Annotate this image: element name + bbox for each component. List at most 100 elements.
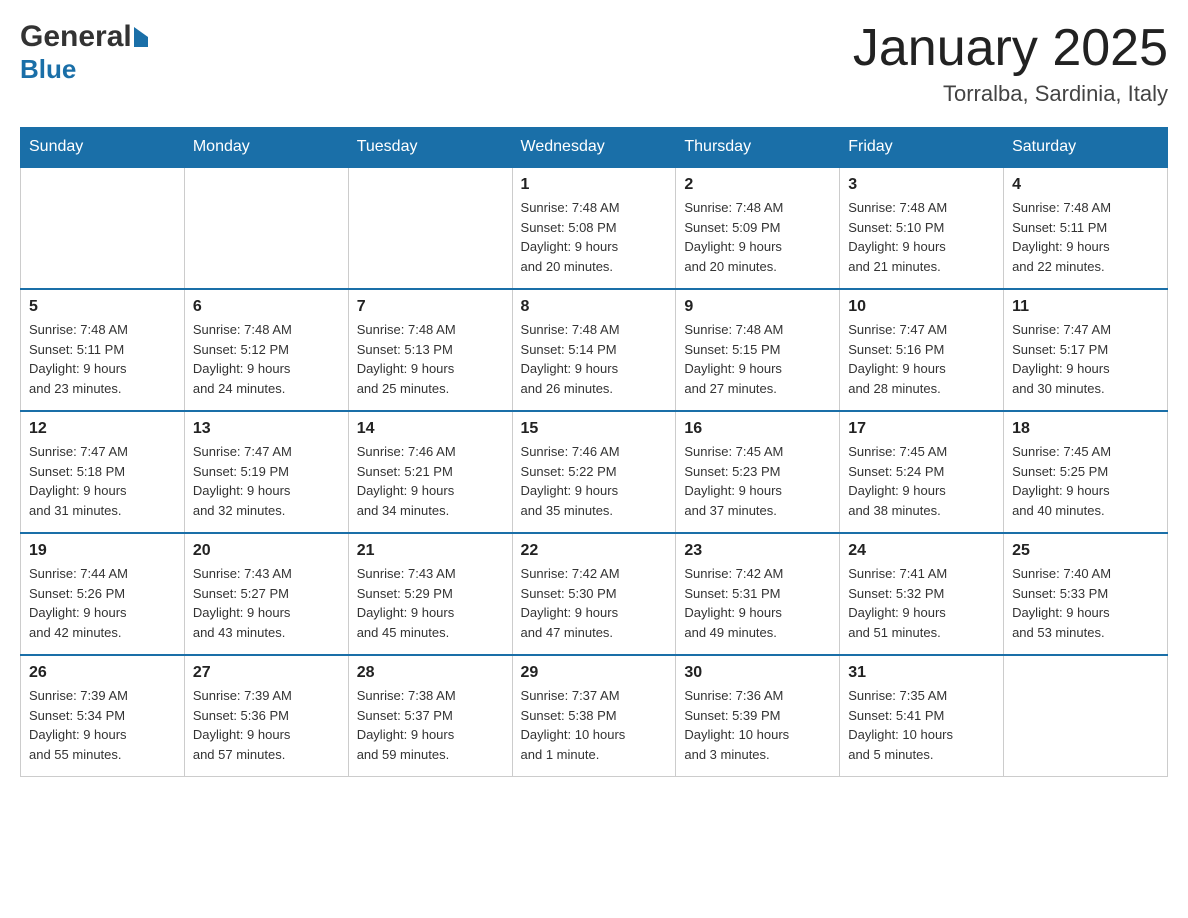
calendar-cell-w2d6: 18 Sunrise: 7:45 AM Sunset: 5:25 PM Dayli…: [1004, 411, 1168, 533]
calendar-week-row-2: 12 Sunrise: 7:47 AM Sunset: 5:18 PM Dayli…: [21, 411, 1168, 533]
logo-general-text: General: [20, 20, 132, 54]
calendar-cell-w1d2: 7 Sunrise: 7:48 AM Sunset: 5:13 PM Daylig…: [348, 289, 512, 411]
day-info: Sunrise: 7:42 AM Sunset: 5:31 PM Dayligh…: [684, 564, 831, 642]
title-section: January 2025 Torralba, Sardinia, Italy: [853, 20, 1168, 107]
day-info: Sunrise: 7:35 AM Sunset: 5:41 PM Dayligh…: [848, 686, 995, 764]
day-number: 28: [357, 664, 504, 682]
day-info: Sunrise: 7:48 AM Sunset: 5:11 PM Dayligh…: [29, 320, 176, 398]
day-number: 10: [848, 298, 995, 316]
calendar-cell-w4d1: 27Sunrise: 7:39 AM Sunset: 5:36 PM Dayli…: [184, 655, 348, 777]
day-info: Sunrise: 7:46 AM Sunset: 5:22 PM Dayligh…: [521, 442, 668, 520]
calendar-cell-w1d6: 11 Sunrise: 7:47 AM Sunset: 5:17 PM Dayli…: [1004, 289, 1168, 411]
calendar-cell-w2d4: 16 Sunrise: 7:45 AM Sunset: 5:23 PM Dayli…: [676, 411, 840, 533]
day-number: 4: [1012, 176, 1159, 194]
calendar-cell-w3d1: 20 Sunrise: 7:43 AM Sunset: 5:27 PM Dayli…: [184, 533, 348, 655]
day-number: 7: [357, 298, 504, 316]
calendar-week-row-1: 5 Sunrise: 7:48 AM Sunset: 5:11 PM Daylig…: [21, 289, 1168, 411]
day-info: Sunrise: 7:47 AM Sunset: 5:16 PM Dayligh…: [848, 320, 995, 398]
day-info: Sunrise: 7:45 AM Sunset: 5:23 PM Dayligh…: [684, 442, 831, 520]
day-info: Sunrise: 7:41 AM Sunset: 5:32 PM Dayligh…: [848, 564, 995, 642]
day-number: 11: [1012, 298, 1159, 316]
calendar-cell-w3d3: 22 Sunrise: 7:42 AM Sunset: 5:30 PM Dayli…: [512, 533, 676, 655]
day-number: 9: [684, 298, 831, 316]
day-info: Sunrise: 7:46 AM Sunset: 5:21 PM Dayligh…: [357, 442, 504, 520]
day-info: Sunrise: 7:48 AM Sunset: 5:13 PM Dayligh…: [357, 320, 504, 398]
day-number: 14: [357, 420, 504, 438]
col-saturday: Saturday: [1004, 128, 1168, 168]
day-number: 22: [521, 542, 668, 560]
day-number: 16: [684, 420, 831, 438]
day-info: Sunrise: 7:48 AM Sunset: 5:11 PM Dayligh…: [1012, 198, 1159, 276]
calendar-cell-w2d3: 15 Sunrise: 7:46 AM Sunset: 5:22 PM Dayli…: [512, 411, 676, 533]
calendar-cell-w1d0: 5 Sunrise: 7:48 AM Sunset: 5:11 PM Daylig…: [21, 289, 185, 411]
calendar-cell-w4d5: 31 Sunrise: 7:35 AM Sunset: 5:41 PM Dayli…: [840, 655, 1004, 777]
day-number: 29: [521, 664, 668, 682]
calendar-header-row: Sunday Monday Tuesday Wednesday Thursday…: [21, 128, 1168, 168]
col-tuesday: Tuesday: [348, 128, 512, 168]
calendar-cell-w2d1: 13 Sunrise: 7:47 AM Sunset: 5:19 PM Dayli…: [184, 411, 348, 533]
day-info: Sunrise: 7:42 AM Sunset: 5:30 PM Dayligh…: [521, 564, 668, 642]
month-title: January 2025: [853, 20, 1168, 77]
logo-triangle-icon: [134, 27, 148, 47]
day-info: Sunrise: 7:48 AM Sunset: 5:08 PM Dayligh…: [521, 198, 668, 276]
day-info: Sunrise: 7:36 AM Sunset: 5:39 PM Dayligh…: [684, 686, 831, 764]
day-number: 31: [848, 664, 995, 682]
day-info: Sunrise: 7:47 AM Sunset: 5:19 PM Dayligh…: [193, 442, 340, 520]
col-monday: Monday: [184, 128, 348, 168]
day-info: Sunrise: 7:48 AM Sunset: 5:14 PM Dayligh…: [521, 320, 668, 398]
calendar-cell-w0d2: [348, 167, 512, 289]
logo: General Blue: [20, 20, 148, 85]
day-info: Sunrise: 7:37 AM Sunset: 5:38 PM Dayligh…: [521, 686, 668, 764]
calendar-cell-w4d2: 28 Sunrise: 7:38 AM Sunset: 5:37 PM Dayli…: [348, 655, 512, 777]
calendar-cell-w3d6: 25 Sunrise: 7:40 AM Sunset: 5:33 PM Dayli…: [1004, 533, 1168, 655]
day-number: 13: [193, 420, 340, 438]
day-info: Sunrise: 7:47 AM Sunset: 5:17 PM Dayligh…: [1012, 320, 1159, 398]
day-number: 30: [684, 664, 831, 682]
day-number: 19: [29, 542, 176, 560]
location-text: Torralba, Sardinia, Italy: [853, 81, 1168, 107]
day-number: 2: [684, 176, 831, 194]
calendar-week-row-0: 1 Sunrise: 7:48 AM Sunset: 5:08 PM Daylig…: [21, 167, 1168, 289]
day-number: 25: [1012, 542, 1159, 560]
day-number: 15: [521, 420, 668, 438]
calendar-cell-w4d0: 26Sunrise: 7:39 AM Sunset: 5:34 PM Dayli…: [21, 655, 185, 777]
day-info: Sunrise: 7:40 AM Sunset: 5:33 PM Dayligh…: [1012, 564, 1159, 642]
day-number: 24: [848, 542, 995, 560]
calendar-cell-w1d3: 8 Sunrise: 7:48 AM Sunset: 5:14 PM Daylig…: [512, 289, 676, 411]
day-number: 12: [29, 420, 176, 438]
day-info: Sunrise: 7:45 AM Sunset: 5:24 PM Dayligh…: [848, 442, 995, 520]
day-number: 18: [1012, 420, 1159, 438]
day-info: Sunrise: 7:48 AM Sunset: 5:12 PM Dayligh…: [193, 320, 340, 398]
calendar-cell-w2d0: 12 Sunrise: 7:47 AM Sunset: 5:18 PM Dayli…: [21, 411, 185, 533]
day-number: 1: [521, 176, 668, 194]
day-number: 5: [29, 298, 176, 316]
day-info: Sunrise: 7:45 AM Sunset: 5:25 PM Dayligh…: [1012, 442, 1159, 520]
col-sunday: Sunday: [21, 128, 185, 168]
col-thursday: Thursday: [676, 128, 840, 168]
calendar-week-row-3: 19 Sunrise: 7:44 AM Sunset: 5:26 PM Dayli…: [21, 533, 1168, 655]
calendar-cell-w2d2: 14 Sunrise: 7:46 AM Sunset: 5:21 PM Dayli…: [348, 411, 512, 533]
calendar-cell-w0d0: [21, 167, 185, 289]
day-info: Sunrise: 7:39 AM Sunset: 5:36 PM Dayligh…: [193, 686, 340, 764]
day-info: Sunrise: 7:43 AM Sunset: 5:27 PM Dayligh…: [193, 564, 340, 642]
calendar-cell-w3d5: 24 Sunrise: 7:41 AM Sunset: 5:32 PM Dayli…: [840, 533, 1004, 655]
page-header: General Blue January 2025 Torralba, Sard…: [20, 20, 1168, 107]
calendar-cell-w0d5: 3Sunrise: 7:48 AM Sunset: 5:10 PM Daylig…: [840, 167, 1004, 289]
calendar-cell-w3d0: 19 Sunrise: 7:44 AM Sunset: 5:26 PM Dayli…: [21, 533, 185, 655]
day-info: Sunrise: 7:44 AM Sunset: 5:26 PM Dayligh…: [29, 564, 176, 642]
day-info: Sunrise: 7:38 AM Sunset: 5:37 PM Dayligh…: [357, 686, 504, 764]
day-number: 8: [521, 298, 668, 316]
day-number: 6: [193, 298, 340, 316]
calendar-cell-w0d3: 1 Sunrise: 7:48 AM Sunset: 5:08 PM Daylig…: [512, 167, 676, 289]
calendar-body: 1 Sunrise: 7:48 AM Sunset: 5:08 PM Daylig…: [21, 167, 1168, 777]
calendar-cell-w4d6: [1004, 655, 1168, 777]
calendar-cell-w1d4: 9 Sunrise: 7:48 AM Sunset: 5:15 PM Daylig…: [676, 289, 840, 411]
calendar-table: Sunday Monday Tuesday Wednesday Thursday…: [20, 127, 1168, 777]
calendar-cell-w3d4: 23 Sunrise: 7:42 AM Sunset: 5:31 PM Dayli…: [676, 533, 840, 655]
day-info: Sunrise: 7:48 AM Sunset: 5:10 PM Dayligh…: [848, 198, 995, 276]
logo-blue-text: Blue: [20, 54, 76, 84]
day-info: Sunrise: 7:48 AM Sunset: 5:15 PM Dayligh…: [684, 320, 831, 398]
day-info: Sunrise: 7:47 AM Sunset: 5:18 PM Dayligh…: [29, 442, 176, 520]
day-number: 20: [193, 542, 340, 560]
day-number: 23: [684, 542, 831, 560]
